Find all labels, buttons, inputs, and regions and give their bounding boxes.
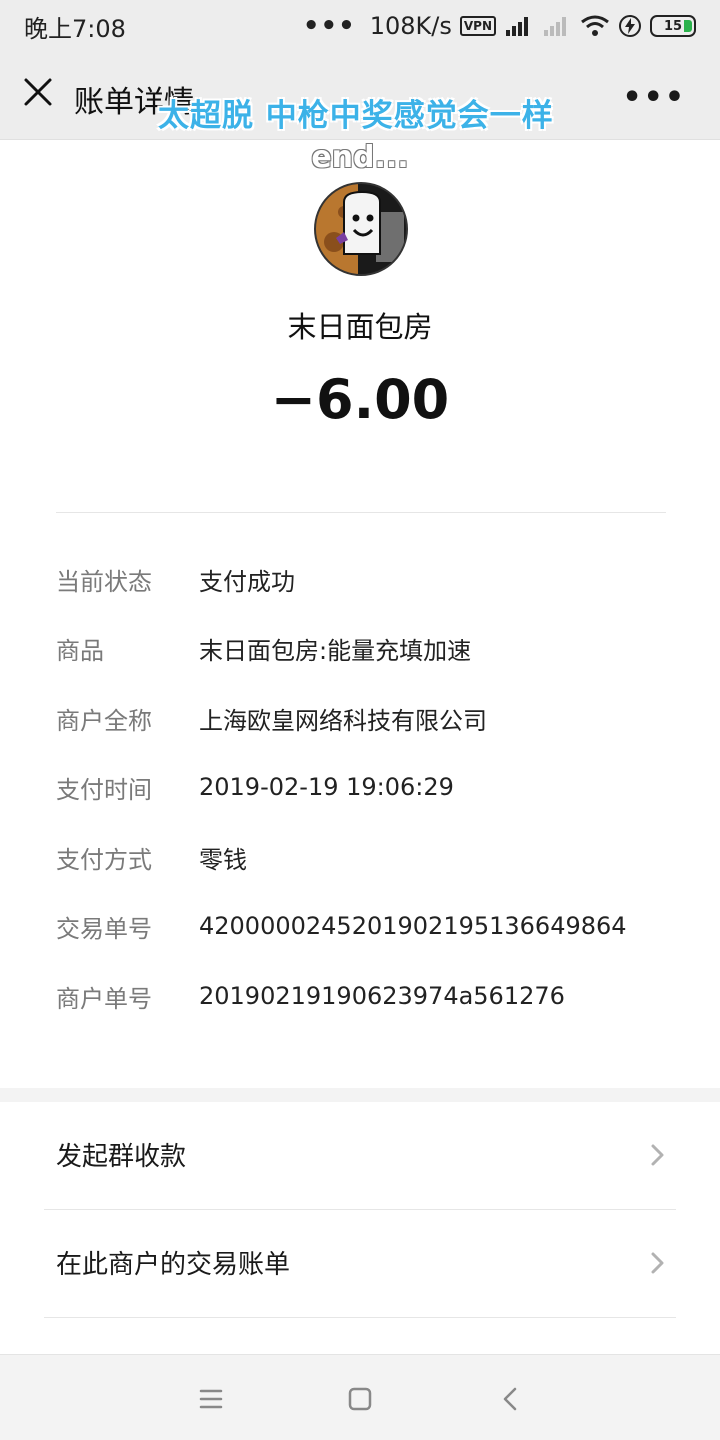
detail-label: 商户全称 xyxy=(56,706,152,735)
detail-row-product: 商品 末日面包房:能量充填加速 xyxy=(56,628,676,668)
chevron-right-icon xyxy=(651,1144,664,1166)
action-merchant-transactions[interactable]: 在此商户的交易账单 xyxy=(0,1210,720,1318)
section-gap xyxy=(0,1088,720,1102)
signal-empty-icon xyxy=(544,17,566,36)
action-group-collection[interactable]: 发起群收款 xyxy=(0,1102,720,1210)
status-icons: ••• 108K/s VPN 15 xyxy=(303,11,696,41)
detail-row-status: 当前状态 支付成功 xyxy=(56,559,676,599)
detail-value: 2019-02-19 19:06:29 xyxy=(199,773,454,801)
overlay-end-text: end... xyxy=(311,140,409,175)
merchant-name: 末日面包房 xyxy=(287,310,433,344)
detail-label: 商户单号 xyxy=(56,984,152,1013)
detail-label: 商品 xyxy=(56,636,104,665)
detail-value[interactable]: 20190219190623974a561276 xyxy=(199,982,565,1010)
detail-label: 交易单号 xyxy=(56,914,152,943)
overlay-caption: 太超脱 中枪中奖感觉会一样 xyxy=(158,98,554,134)
merchant-avatar xyxy=(314,182,408,276)
nav-bar: 账单详情 ••• 太超脱 中枪中奖感觉会一样 xyxy=(0,52,720,140)
vpn-badge: VPN xyxy=(459,16,496,36)
network-speed: 108K/s xyxy=(369,12,452,40)
detail-row-payment-time: 支付时间 2019-02-19 19:06:29 xyxy=(56,767,676,807)
menu-icon[interactable] xyxy=(197,1385,225,1413)
more-options-icon[interactable]: ••• xyxy=(622,80,686,115)
home-icon[interactable] xyxy=(346,1385,374,1413)
detail-row-merchant-order-id: 商户单号 20190219190623974a561276 xyxy=(56,976,676,1016)
detail-value: 末日面包房:能量充填加速 xyxy=(199,636,472,665)
battery-icon: 15 xyxy=(650,15,696,37)
detail-row-merchant-fullname: 商户全称 上海欧皇网络科技有限公司 xyxy=(56,698,676,738)
close-icon[interactable] xyxy=(20,74,56,110)
detail-value: 上海欧皇网络科技有限公司 xyxy=(199,706,487,735)
notification-dots-icon: ••• xyxy=(302,11,356,41)
back-icon[interactable] xyxy=(497,1385,525,1413)
divider xyxy=(44,1317,676,1318)
detail-value: 支付成功 xyxy=(199,567,295,596)
system-navigation-bar xyxy=(0,1354,720,1440)
signal-hd-icon xyxy=(506,17,528,36)
battery-level: 15 xyxy=(663,18,683,34)
chevron-right-icon xyxy=(651,1252,664,1274)
detail-row-transaction-id: 交易单号 4200000245201902195136649864 xyxy=(56,906,676,946)
status-bar: 晚上7:08 ••• 108K/s VPN 15 xyxy=(0,0,720,52)
detail-row-payment-method: 支付方式 零钱 xyxy=(56,837,676,877)
wifi-icon xyxy=(581,15,609,36)
detail-value: 零钱 xyxy=(199,845,247,874)
detail-label: 当前状态 xyxy=(56,567,152,596)
action-label: 发起群收款 xyxy=(56,1142,187,1172)
detail-label: 支付方式 xyxy=(56,845,152,874)
detail-value[interactable]: 4200000245201902195136649864 xyxy=(199,912,627,940)
status-time: 晚上7:08 xyxy=(24,14,126,43)
transaction-amount: −6.00 xyxy=(270,368,450,431)
detail-label: 支付时间 xyxy=(56,775,152,804)
action-label: 在此商户的交易账单 xyxy=(56,1250,291,1280)
charging-icon xyxy=(619,15,641,37)
divider xyxy=(56,512,666,513)
